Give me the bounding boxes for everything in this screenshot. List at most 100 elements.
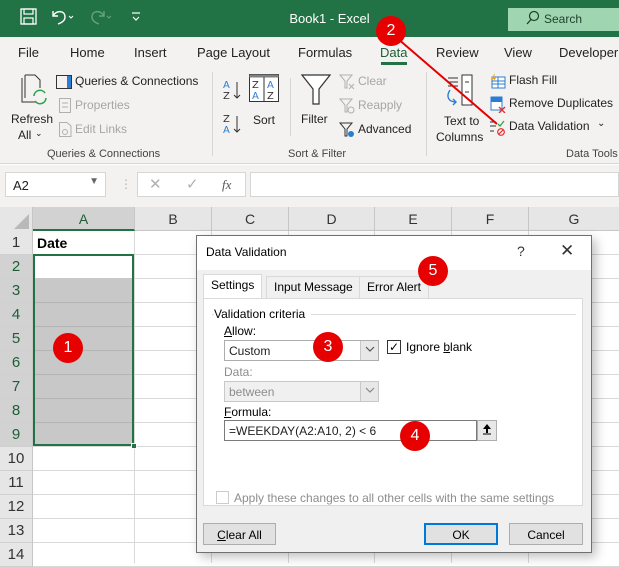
remove-duplicates-button[interactable]: Remove Duplicates xyxy=(489,96,614,114)
column-gridline xyxy=(134,231,135,563)
sort-ascending-icon: AZ xyxy=(222,80,244,105)
sort-button[interactable]: ZAAZ Sort xyxy=(248,74,280,134)
tab-page-layout[interactable]: Page Layout xyxy=(197,45,270,60)
row-header-2[interactable]: 2 xyxy=(0,255,33,279)
row-header-11[interactable]: 11 xyxy=(0,471,33,495)
svg-text:A: A xyxy=(267,80,274,91)
row-header-9[interactable]: 9 xyxy=(0,423,33,447)
svg-text:Z: Z xyxy=(252,80,259,91)
title-bar: Book1 - Excel Search xyxy=(0,0,619,37)
queries-connections-button[interactable]: Queries & Connections xyxy=(56,74,206,90)
row-header-12[interactable]: 12 xyxy=(0,495,33,519)
tab-developer[interactable]: Developer xyxy=(559,45,618,60)
drag-handle-icon[interactable]: ⋮ xyxy=(120,177,132,191)
close-icon[interactable]: ✕ xyxy=(560,241,574,261)
row-header-14[interactable]: 14 xyxy=(0,543,33,567)
cancel-entry-icon[interactable]: ✕ xyxy=(149,175,162,193)
ribbon-separator xyxy=(426,72,427,156)
tab-view[interactable]: View xyxy=(504,45,532,60)
ok-button[interactable]: OK xyxy=(424,523,498,545)
formula-buttons: ✕ ✓ fx xyxy=(137,172,246,197)
column-header-b[interactable]: B xyxy=(135,207,212,231)
column-header-g[interactable]: G xyxy=(529,207,619,231)
formula-label-rest: ormula: xyxy=(231,405,272,419)
reapply-button[interactable]: Reapply xyxy=(338,98,409,114)
help-button[interactable]: ? xyxy=(517,243,525,259)
insert-function-icon[interactable]: fx xyxy=(222,177,231,193)
refresh-all-button[interactable]: Refresh All ⌄ xyxy=(8,72,54,142)
tab-review[interactable]: Review xyxy=(436,45,479,60)
ignore-blank-label: Ignore blank xyxy=(406,340,473,354)
tab-file[interactable]: File xyxy=(18,45,39,60)
formula-label: Formula: xyxy=(224,405,272,419)
tab-home[interactable]: Home xyxy=(70,45,105,60)
row-header-1[interactable]: 1 xyxy=(0,231,33,255)
data-validation-label: Data Validation xyxy=(509,119,590,133)
chevron-down-icon[interactable] xyxy=(360,341,378,360)
clear-button[interactable]: Clear xyxy=(338,74,399,93)
column-headers: A B C D E F G xyxy=(0,207,619,231)
row-header-6[interactable]: 6 xyxy=(0,351,33,375)
svg-text:A: A xyxy=(252,91,259,102)
column-header-e[interactable]: E xyxy=(375,207,452,231)
ribbon: Refresh All ⌄ Queries & Connections Prop… xyxy=(0,68,619,164)
search-box[interactable]: Search xyxy=(508,8,619,31)
row-header-7[interactable]: 7 xyxy=(0,375,33,399)
allow-dropdown[interactable]: Custom xyxy=(224,340,379,361)
flash-fill-button[interactable]: Flash Fill xyxy=(489,73,559,89)
data-value: between xyxy=(229,385,275,399)
row-header-3[interactable]: 3 xyxy=(0,279,33,303)
tab-settings[interactable]: Settings xyxy=(203,274,263,299)
cancel-button[interactable]: Cancel xyxy=(509,523,583,545)
apply-to-all-checkbox[interactable] xyxy=(216,491,229,504)
row-header-4[interactable]: 4 xyxy=(0,303,33,327)
data-dropdown: between xyxy=(224,381,379,402)
chevron-down-icon: ⌄ xyxy=(35,128,43,138)
text-to-columns-icon xyxy=(444,74,478,109)
svg-text:Z: Z xyxy=(267,91,274,102)
sort-label: Sort xyxy=(253,113,276,127)
group-label-data-tools: Data Tools xyxy=(566,148,618,160)
formula-input[interactable] xyxy=(250,172,619,197)
clear-all-button[interactable]: Clear All xyxy=(203,523,276,545)
dialog-title: Data Validation xyxy=(206,245,287,259)
chevron-down-icon[interactable]: ▼ xyxy=(89,176,99,187)
ignore-blank-checkbox[interactable]: ✓ xyxy=(387,340,401,354)
tab-insert[interactable]: Insert xyxy=(134,45,167,60)
advanced-button[interactable]: Advanced xyxy=(338,122,414,138)
cell-a1[interactable]: Date xyxy=(37,235,67,251)
sort-a-to-z-button[interactable]: AZ xyxy=(222,78,244,102)
confirm-entry-icon[interactable]: ✓ xyxy=(186,175,199,193)
filter-button[interactable]: Filter xyxy=(298,72,334,136)
group-label-sort-filter: Sort & Filter xyxy=(288,148,347,160)
queries-connections-label: Queries & Connections xyxy=(75,74,199,88)
name-box[interactable]: A2 ▼ xyxy=(5,172,106,197)
fill-handle[interactable] xyxy=(131,443,137,449)
text-to-columns-button[interactable]: Text to Columns xyxy=(436,74,486,144)
select-all-button[interactable] xyxy=(0,207,33,231)
selection-border[interactable] xyxy=(33,254,134,446)
edit-links-button[interactable]: Edit Links xyxy=(56,122,136,138)
formula-input-field[interactable]: =WEEKDAY(A2:A10, 2) < 6 xyxy=(224,420,477,441)
collapse-dialog-button[interactable] xyxy=(477,420,497,441)
row-header-8[interactable]: 8 xyxy=(0,399,33,423)
row-header-13[interactable]: 13 xyxy=(0,519,33,543)
clear-filter-icon xyxy=(338,74,355,93)
row-header-5[interactable]: 5 xyxy=(0,327,33,351)
chevron-down-icon[interactable]: ⌄ xyxy=(597,118,605,129)
column-header-c[interactable]: C xyxy=(212,207,289,231)
tab-formulas[interactable]: Formulas xyxy=(298,45,352,60)
data-validation-button[interactable]: Data Validation ⌄ xyxy=(489,118,609,136)
column-header-d[interactable]: D xyxy=(289,207,375,231)
tab-data[interactable]: Data xyxy=(380,45,407,60)
tab-input-message[interactable]: Input Message xyxy=(266,276,361,298)
column-header-a[interactable]: A xyxy=(33,207,135,231)
active-tab-indicator xyxy=(381,62,407,65)
row-header-10[interactable]: 10 xyxy=(0,447,33,471)
properties-button[interactable]: Properties xyxy=(56,98,136,114)
allow-label: Allow: xyxy=(224,324,257,338)
allow-value: Custom xyxy=(229,344,271,358)
column-header-f[interactable]: F xyxy=(452,207,529,231)
sort-z-to-a-button[interactable]: ZA xyxy=(222,112,244,136)
tab-error-alert[interactable]: Error Alert xyxy=(359,276,430,298)
